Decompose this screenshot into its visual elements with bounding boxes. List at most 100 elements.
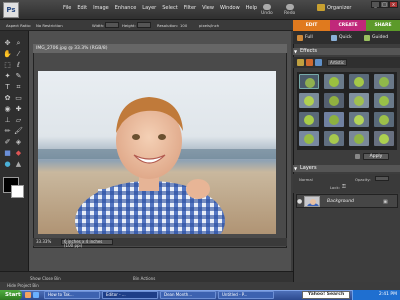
start-button[interactable]: Start <box>0 290 22 300</box>
menu-filter[interactable]: Filter <box>181 5 199 11</box>
layer-styles-icon[interactable] <box>306 59 313 66</box>
taskbar-item[interactable]: Untitled - P... <box>218 291 274 299</box>
effect-thumbnail[interactable] <box>374 112 394 127</box>
opacity-field[interactable] <box>375 176 389 181</box>
menu-image[interactable]: Image <box>90 5 112 11</box>
effect-thumbnail[interactable] <box>299 112 319 127</box>
gradient-tool-icon[interactable]: ■ <box>3 149 12 158</box>
resolution-unit-dropdown[interactable]: pixels/inch <box>199 23 219 28</box>
cookie-cutter-tool-icon[interactable]: ✿ <box>3 94 12 103</box>
effect-thumbnail[interactable] <box>374 93 394 108</box>
taskbar-item[interactable]: How to Tak... <box>44 291 100 299</box>
type-tool-icon[interactable]: T <box>3 83 12 92</box>
effect-thumbnail[interactable] <box>374 131 394 146</box>
effect-thumbnail[interactable] <box>349 131 369 146</box>
maximize-button[interactable]: □ <box>380 1 389 8</box>
paint-bucket-icon[interactable]: ◈ <box>14 138 23 147</box>
crop-tool-icon[interactable]: ⌗ <box>14 83 23 92</box>
taskbar-item-active[interactable]: Editor - ... <box>102 291 158 299</box>
effect-thumbnail[interactable] <box>299 93 319 108</box>
show-bin-label[interactable]: Show Close Bin <box>30 276 61 281</box>
selection-brush-icon[interactable]: ✎ <box>14 72 23 81</box>
blend-mode-dropdown[interactable]: Normal <box>299 177 313 182</box>
menu-window[interactable]: Window <box>217 5 243 11</box>
brush-tool-icon[interactable]: 🖌 <box>14 127 23 136</box>
background-color-swatch[interactable] <box>11 185 24 198</box>
effect-thumbnail[interactable] <box>324 74 344 89</box>
menu-enhance[interactable]: Enhance <box>112 5 140 11</box>
effect-thumbnail[interactable] <box>299 131 319 146</box>
redo-button[interactable]: Redo <box>284 4 295 16</box>
menu-select[interactable]: Select <box>159 5 180 11</box>
app-logo-icon: Ps <box>3 2 19 18</box>
height-field[interactable] <box>137 22 151 28</box>
width-field[interactable] <box>105 22 119 28</box>
bin-actions-button[interactable]: Bin Actions <box>133 276 155 281</box>
smart-brush-icon[interactable]: ✐ <box>3 138 12 147</box>
tab-create[interactable]: CREATE <box>330 20 366 31</box>
tab-share[interactable]: SHARE <box>366 20 400 31</box>
document-title[interactable]: IMG_2706.jpg @ 33.3% (RGB/8) <box>33 44 287 53</box>
menu-view[interactable]: View <box>199 5 217 11</box>
quick-launch-icon[interactable] <box>33 292 39 298</box>
tab-quick-fix[interactable]: Quick <box>331 34 352 41</box>
aspect-ratio-dropdown[interactable]: No Restriction <box>36 23 63 28</box>
layers-panel-header[interactable]: Layers <box>293 165 400 172</box>
shape-tool-icon[interactable]: ◆ <box>14 149 23 158</box>
undo-button[interactable]: Undo <box>261 4 273 16</box>
effects-category-dropdown[interactable]: Artistic <box>327 59 347 66</box>
magic-wand-tool-icon[interactable]: ✦ <box>3 72 12 81</box>
effect-thumbnail[interactable] <box>349 74 369 89</box>
minimize-button[interactable]: _ <box>371 1 380 8</box>
hand-tool-icon[interactable]: ✋ <box>3 50 12 59</box>
marquee-tool-icon[interactable]: ⬚ <box>3 61 12 70</box>
tab-guided-edit[interactable]: Guided <box>364 34 388 41</box>
effects-panel-header[interactable]: Effects <box>293 48 400 55</box>
organizer-button[interactable]: Organizer <box>317 4 351 11</box>
zoom-tool-icon[interactable]: ⌕ <box>14 39 23 48</box>
search-input[interactable]: Yahoo! Search <box>302 291 350 299</box>
effect-thumbnail[interactable] <box>324 112 344 127</box>
hide-project-bin-button[interactable]: Hide Project Bin <box>7 283 39 288</box>
close-button[interactable]: x <box>389 1 398 8</box>
quick-launch-icon[interactable] <box>25 292 31 298</box>
pencil-tool-icon[interactable]: ✏ <box>3 127 12 136</box>
photo-canvas[interactable] <box>38 71 276 234</box>
blur-tool-icon[interactable]: ● <box>3 160 12 169</box>
delete-effect-icon[interactable] <box>355 154 360 159</box>
tab-edit[interactable]: EDIT <box>293 20 330 31</box>
menu-help[interactable]: Help <box>243 5 260 11</box>
document-info[interactable]: 6 inches x 4 inches (100 ppi) <box>61 239 113 248</box>
visibility-eye-icon[interactable]: ● <box>297 198 302 205</box>
clone-stamp-icon[interactable]: ⊥ <box>3 116 12 125</box>
move-tool-icon[interactable]: ✥ <box>3 39 12 48</box>
resolution-field[interactable]: 100 <box>180 23 187 28</box>
effect-thumbnail[interactable] <box>324 131 344 146</box>
effect-thumbnail[interactable] <box>299 74 319 89</box>
straighten-tool-icon[interactable]: ▭ <box>14 94 23 103</box>
photo-effects-icon[interactable] <box>315 59 322 66</box>
taskbar-item[interactable]: Dean Month... <box>160 291 216 299</box>
filters-icon[interactable] <box>297 59 304 66</box>
healing-brush-icon[interactable]: ✚ <box>14 105 23 114</box>
effects-thumbnail-grid <box>297 72 397 150</box>
effect-thumbnail[interactable] <box>349 112 369 127</box>
effect-thumbnail[interactable] <box>349 93 369 108</box>
menu-edit[interactable]: Edit <box>74 5 90 11</box>
layer-name[interactable]: Background <box>327 199 354 204</box>
eyedropper-tool-icon[interactable]: ⁄ <box>14 50 23 59</box>
sponge-tool-icon[interactable]: ▲ <box>14 160 23 169</box>
eraser-tool-icon[interactable]: ▱ <box>14 116 23 125</box>
zoom-level[interactable]: 33.33% <box>36 238 51 246</box>
menu-layer[interactable]: Layer <box>139 5 159 11</box>
tab-full-edit[interactable]: Full <box>297 34 313 41</box>
lock-icon[interactable]: ⚿ <box>342 184 346 190</box>
red-eye-tool-icon[interactable]: ◉ <box>3 105 12 114</box>
main-menu: File Edit Image Enhance Layer Select Fil… <box>60 5 260 11</box>
lasso-tool-icon[interactable]: ℓ <box>14 61 23 70</box>
apply-button[interactable]: Apply <box>363 153 389 160</box>
menu-file[interactable]: File <box>60 5 74 11</box>
effect-thumbnail[interactable] <box>324 93 344 108</box>
opacity-label: Opacity: <box>355 177 371 182</box>
effect-thumbnail[interactable] <box>374 74 394 89</box>
